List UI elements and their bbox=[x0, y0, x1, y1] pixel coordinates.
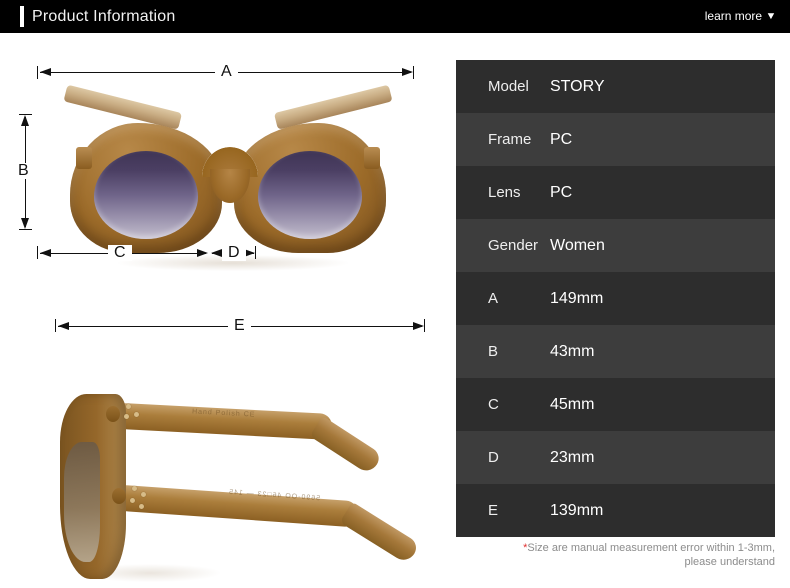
table-row: B 43mm bbox=[456, 325, 775, 378]
rivet bbox=[132, 486, 137, 491]
lens-rim-left bbox=[70, 123, 222, 253]
spec-value: 139mm bbox=[550, 501, 604, 519]
table-row: D 23mm bbox=[456, 431, 775, 484]
lens-right bbox=[258, 151, 362, 239]
eyeglass-frame-side bbox=[60, 394, 126, 579]
lens-left bbox=[94, 151, 198, 239]
spec-label: B bbox=[488, 343, 499, 360]
measurement-disclaimer: *Size are manual measurement error withi… bbox=[455, 541, 775, 569]
spec-value: 149mm bbox=[550, 289, 604, 307]
page-title: Product Information bbox=[32, 8, 176, 25]
spec-value: STORY bbox=[550, 77, 605, 95]
table-row: Model STORY bbox=[456, 60, 775, 113]
spec-label: Gender bbox=[488, 237, 539, 254]
table-row: Gender Women bbox=[456, 219, 775, 272]
rivet bbox=[124, 414, 129, 419]
spec-label: Lens bbox=[488, 184, 521, 201]
sunglasses-front-view-image bbox=[48, 84, 408, 271]
table-row: Lens PC bbox=[456, 166, 775, 219]
hinge-left bbox=[76, 147, 92, 169]
rivet bbox=[139, 504, 144, 509]
lens-side bbox=[64, 442, 100, 562]
spec-value: 43mm bbox=[550, 342, 595, 360]
disclaimer-line-1: Size are manual measurement error within… bbox=[527, 542, 775, 554]
learn-more-label: learn more bbox=[704, 9, 763, 23]
spec-label: D bbox=[488, 449, 499, 466]
table-row: Frame PC bbox=[456, 113, 775, 166]
rivet bbox=[141, 492, 146, 497]
product-information-page: Product Information learn more ▼ A B C D… bbox=[0, 0, 790, 588]
spec-label: A bbox=[488, 290, 499, 307]
temple-arm-upper bbox=[101, 402, 333, 441]
spec-label: Frame bbox=[488, 131, 532, 148]
spec-value: 23mm bbox=[550, 448, 595, 466]
dimension-label-c: C bbox=[108, 245, 132, 261]
sunglasses-side-view-image: Hand Polish CE 5690-OO 46□23 — 145 bbox=[60, 388, 421, 583]
table-row: A 149mm bbox=[456, 272, 775, 325]
learn-more-button[interactable]: learn more ▼ bbox=[704, 9, 777, 24]
side-view-shadow bbox=[80, 564, 220, 582]
dimension-label-a: A bbox=[215, 64, 238, 80]
table-row: C 45mm bbox=[456, 378, 775, 431]
eyeglass-frame-front bbox=[70, 123, 386, 255]
spec-label: E bbox=[488, 502, 499, 519]
rivet bbox=[126, 404, 131, 409]
dimension-label-d: D bbox=[222, 245, 246, 261]
lens-rim-right bbox=[234, 123, 386, 253]
table-row: E 139mm bbox=[456, 484, 775, 537]
hinge-side-upper bbox=[106, 406, 120, 422]
temple-tip-upper bbox=[309, 415, 383, 476]
header-accent-bar bbox=[20, 6, 24, 27]
spec-label: Model bbox=[488, 78, 529, 95]
spec-value: Women bbox=[550, 236, 605, 254]
disclaimer-line-2: please understand bbox=[684, 556, 775, 568]
product-image-panel: A B C D E Hand Polish CE 5690-OO 46□23 —… bbox=[0, 33, 452, 588]
spec-value: PC bbox=[550, 130, 573, 148]
hinge-right bbox=[364, 147, 380, 169]
spec-value: 45mm bbox=[550, 395, 595, 413]
specification-table: Model STORY Frame PC Lens PC Gender Wome… bbox=[456, 60, 775, 537]
dimension-label-e: E bbox=[228, 318, 251, 334]
temple-tip-lower bbox=[339, 501, 421, 565]
page-header: Product Information learn more ▼ bbox=[0, 0, 790, 33]
hinge-side-lower bbox=[112, 488, 126, 504]
spec-value: PC bbox=[550, 183, 573, 201]
rivet bbox=[134, 412, 139, 417]
rivet bbox=[130, 498, 135, 503]
chevron-down-icon: ▼ bbox=[765, 10, 777, 22]
spec-label: C bbox=[488, 396, 499, 413]
dimension-label-b: B bbox=[12, 163, 35, 179]
